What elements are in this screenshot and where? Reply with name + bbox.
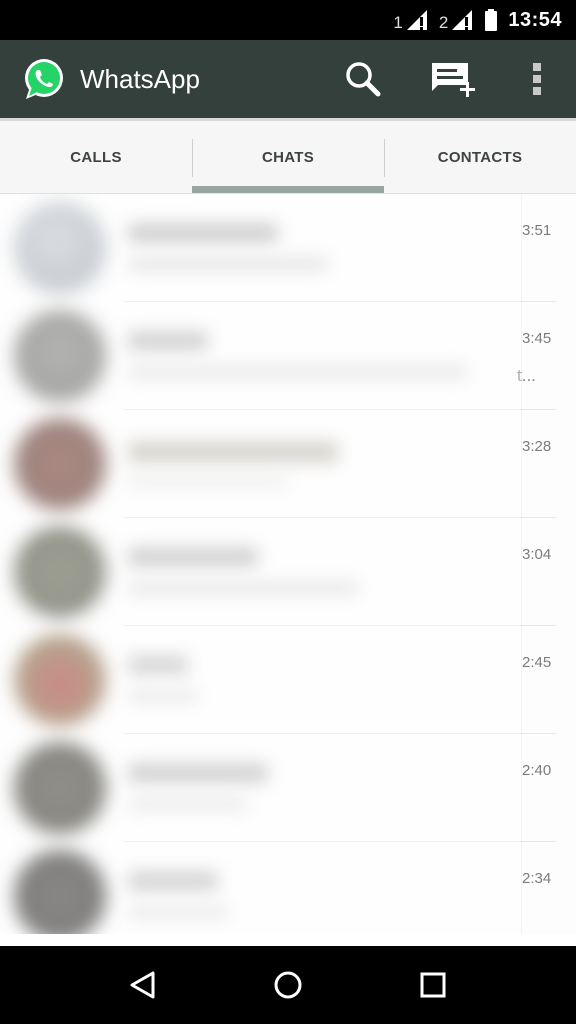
chat-time: 3:45 <box>522 330 552 347</box>
overlay-edge <box>521 194 522 934</box>
new-chat-icon <box>432 63 475 97</box>
battery-indicator <box>484 8 498 32</box>
chat-preview <box>128 213 576 283</box>
sim2-signal: 2 <box>439 8 474 32</box>
chat-snippet: t... <box>517 366 536 385</box>
home-icon <box>274 971 302 999</box>
list-bottom-gap <box>0 934 576 946</box>
back-button[interactable] <box>98 946 188 1024</box>
chat-row[interactable]: 3:51 <box>0 194 576 302</box>
battery-icon <box>485 9 498 31</box>
app-title: WhatsApp <box>80 63 200 94</box>
app-bar-actions <box>318 40 576 118</box>
recents-button[interactable] <box>388 946 478 1024</box>
chat-preview <box>128 861 576 931</box>
tab-bar: CALLS CHATS CONTACTS <box>0 118 576 194</box>
avatar <box>14 634 106 726</box>
tab-contacts[interactable]: CONTACTS <box>384 121 576 193</box>
chat-row[interactable]: 2:34 <box>0 842 576 946</box>
chat-preview <box>128 645 576 715</box>
chat-row[interactable]: 2:40 <box>0 734 576 842</box>
avatar <box>14 202 106 294</box>
back-icon <box>130 971 155 999</box>
chat-time: 3:51 <box>522 222 552 239</box>
chat-preview <box>128 753 576 823</box>
app-bar: WhatsApp <box>0 40 576 118</box>
chat-preview <box>128 429 576 499</box>
avatar <box>14 526 106 618</box>
tab-chats[interactable]: CHATS <box>192 121 384 193</box>
avatar <box>14 850 106 942</box>
sim1-label: 1 <box>393 13 403 32</box>
search-icon <box>346 62 381 97</box>
overflow-menu-button[interactable] <box>498 40 576 118</box>
avatar <box>14 310 106 402</box>
status-bar: 1 2 13:54 <box>0 0 576 40</box>
avatar <box>14 418 106 510</box>
navigation-bar <box>0 946 576 1024</box>
chat-time: 3:04 <box>522 546 552 563</box>
chat-time: 2:34 <box>522 870 552 887</box>
chat-row[interactable]: 3:45 t... <box>0 302 576 410</box>
sim1-signal: 1 <box>393 8 428 32</box>
recents-icon <box>420 972 446 998</box>
chat-time: 3:28 <box>522 438 552 455</box>
chat-time: 2:40 <box>522 762 552 779</box>
tab-calls[interactable]: CALLS <box>0 121 192 193</box>
new-chat-button[interactable] <box>408 40 498 118</box>
search-button[interactable] <box>318 40 408 118</box>
whatsapp-logo-icon <box>25 59 63 99</box>
overflow-menu-icon <box>533 63 541 95</box>
chat-preview <box>128 537 576 607</box>
signal-icon <box>406 10 427 30</box>
chat-row[interactable]: 2:45 <box>0 626 576 734</box>
home-button[interactable] <box>243 946 333 1024</box>
chat-time: 2:45 <box>522 654 552 671</box>
sim2-label: 2 <box>438 13 449 32</box>
avatar <box>14 742 106 834</box>
chat-preview <box>128 321 576 391</box>
chat-row[interactable]: 3:28 <box>0 410 576 518</box>
chat-list[interactable]: 3:51 3:45 t... 3:28 3:04 2:45 2:40 2:34 <box>0 194 576 946</box>
signal-icon <box>452 10 473 30</box>
chat-row[interactable]: 3:04 <box>0 518 576 626</box>
status-clock: 13:54 <box>508 8 562 31</box>
